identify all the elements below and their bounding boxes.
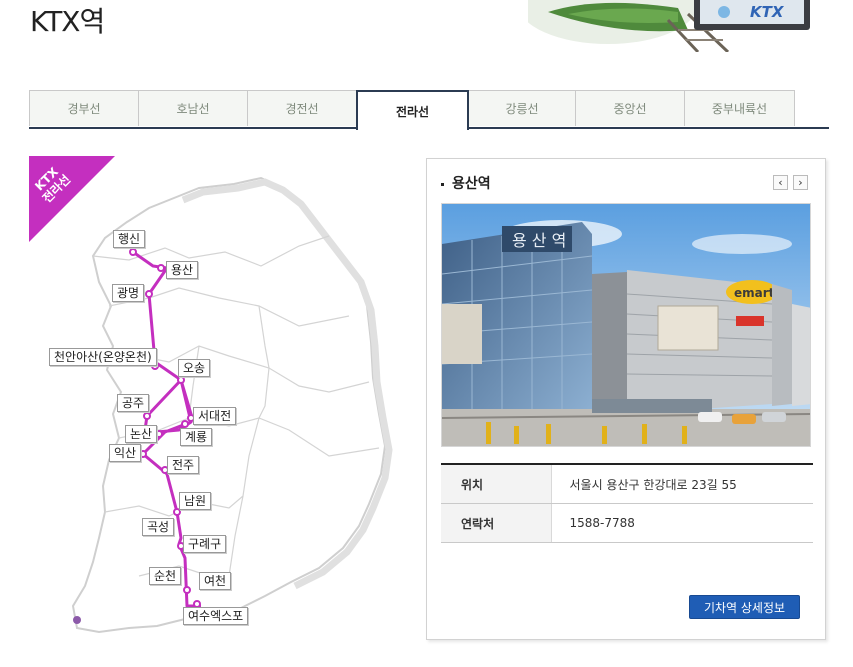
- station-info-table: 위치 서울시 용산구 한강대로 23길 55 연락처 1588-7788: [441, 463, 813, 543]
- tab-gangneung[interactable]: 강릉선: [468, 90, 576, 126]
- tab-gyeongjeon[interactable]: 경전선: [247, 90, 357, 126]
- header-illustration: KTX: [528, 0, 810, 52]
- tab-label: 전라선: [395, 104, 430, 119]
- tab-label: 경전선: [285, 102, 319, 116]
- station-label[interactable]: 오송: [178, 359, 211, 377]
- station-label[interactable]: 전주: [167, 456, 200, 474]
- tab-jeolla[interactable]: 전라선: [356, 90, 469, 130]
- tab-gyeongbu[interactable]: 경부선: [29, 90, 139, 126]
- station-label[interactable]: 구례구: [183, 535, 227, 553]
- station-label[interactable]: 곡성: [142, 518, 175, 536]
- tab-honam[interactable]: 호남선: [138, 90, 248, 126]
- tab-label: 호남선: [176, 102, 210, 116]
- station-name: 용산역: [452, 176, 491, 192]
- station-label[interactable]: 계룡: [180, 428, 213, 446]
- chevron-right-icon: ›: [798, 176, 803, 189]
- tab-label: 강릉선: [505, 102, 539, 116]
- island-marker: [73, 616, 81, 624]
- station-label[interactable]: 여수엑스포: [183, 607, 249, 625]
- contact-label: 연락처: [441, 503, 552, 543]
- station-label[interactable]: 광명: [112, 284, 145, 302]
- station-label[interactable]: 공주: [117, 394, 150, 412]
- station-label[interactable]: 서대전: [193, 407, 237, 425]
- contact-value: 1588-7788: [551, 503, 813, 543]
- station-label[interactable]: 행신: [113, 230, 146, 248]
- station-photo: 용 산 역 emart: [441, 203, 811, 447]
- line-badge: [29, 156, 115, 242]
- station-label[interactable]: 순천: [149, 567, 182, 585]
- tab-label: 중앙선: [613, 102, 647, 116]
- ktx-logo: KTX: [750, 3, 785, 21]
- page-title: KTX역: [30, 5, 105, 38]
- station-label[interactable]: 남원: [179, 492, 212, 510]
- table-row: 위치 서울시 용산구 한강대로 23길 55: [441, 463, 813, 504]
- next-station-button[interactable]: ›: [793, 175, 808, 190]
- svg-text:용 산 역: 용 산 역: [512, 231, 566, 250]
- tab-jungang[interactable]: 중앙선: [575, 90, 685, 126]
- station-label[interactable]: 천안아산(온양온천): [49, 348, 157, 366]
- emart-sign: emart: [734, 286, 775, 300]
- station-label[interactable]: 논산: [125, 425, 158, 443]
- tab-label: 중부내륙선: [711, 102, 768, 116]
- location-value: 서울시 용산구 한강대로 23길 55: [551, 463, 813, 504]
- station-title: 용산역: [441, 173, 491, 193]
- station-label[interactable]: 용산: [166, 261, 199, 279]
- station-detail-button[interactable]: 기차역 상세정보: [689, 595, 800, 619]
- tab-jungbu-naeryuk[interactable]: 중부내륙선: [684, 90, 795, 126]
- station-label[interactable]: 여천: [199, 572, 232, 590]
- chevron-left-icon: ‹: [778, 176, 783, 189]
- location-label: 위치: [441, 463, 552, 504]
- route-map: KTX 전라선 행신 용산 광명 천안아산(온양온천) 오송 공주 서대전 논산…: [29, 156, 409, 646]
- station-info-panel: 용산역 ‹ › 용 산 역 emart 위치 서울시 용산구 한강대로 23길 …: [426, 158, 826, 640]
- tab-label: 경부선: [67, 102, 101, 116]
- table-row: 연락처 1588-7788: [441, 503, 813, 543]
- station-label[interactable]: 익산: [109, 444, 142, 462]
- bullet-icon: [441, 182, 444, 186]
- prev-station-button[interactable]: ‹: [773, 175, 788, 190]
- line-tabs: 경부선 호남선 경전선 전라선 강릉선 중앙선 중부내륙선: [29, 90, 829, 130]
